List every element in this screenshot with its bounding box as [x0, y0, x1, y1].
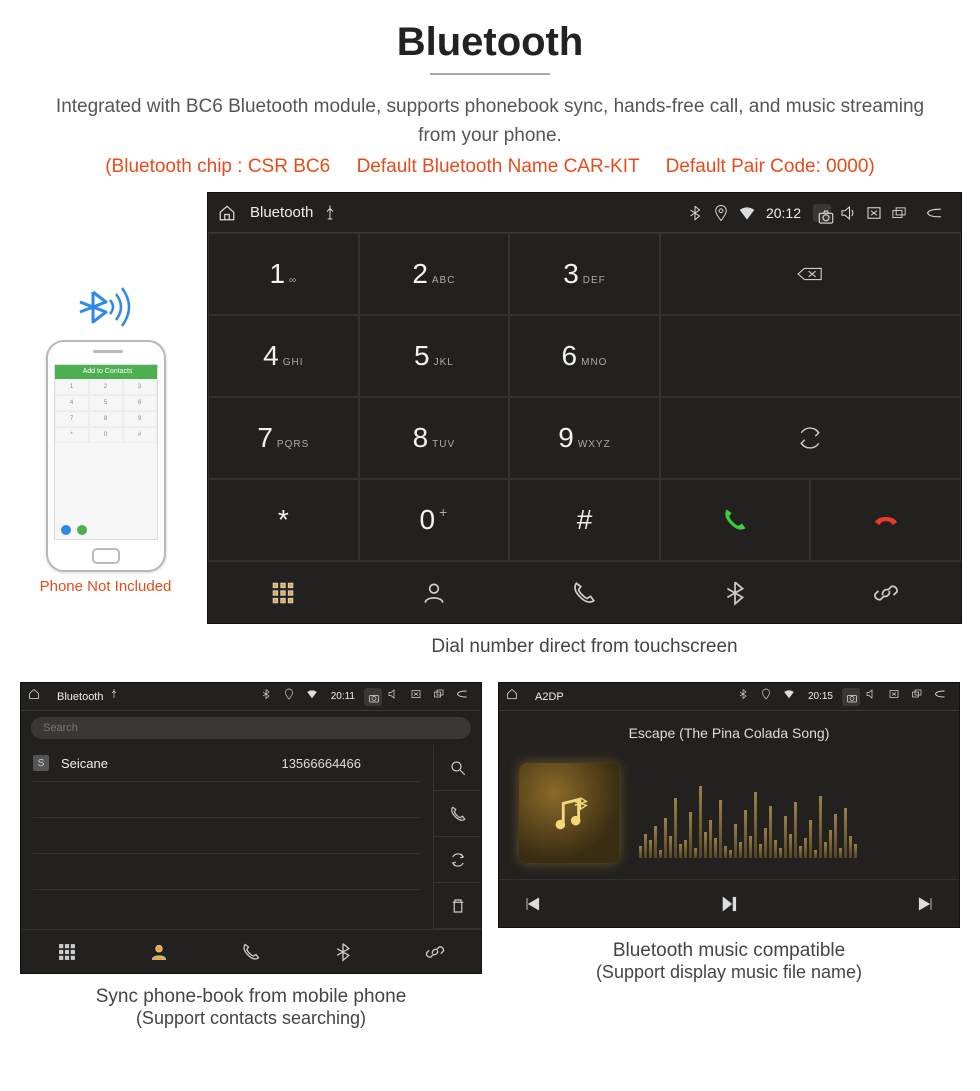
tab-bluetooth[interactable] — [297, 930, 389, 973]
home-icon[interactable] — [506, 688, 524, 706]
tab-calllog[interactable] — [509, 562, 660, 623]
status-bar: A2DP 20:15 — [499, 683, 959, 711]
back-icon[interactable] — [925, 204, 951, 222]
key-6[interactable]: 6MNO — [509, 315, 660, 397]
phone-caption: Phone Not Included — [18, 578, 193, 595]
usb-icon — [321, 204, 339, 222]
blank-row2 — [660, 315, 961, 397]
status-time: 20:15 — [808, 691, 833, 702]
page-title: Bluetooth — [10, 20, 970, 65]
wifi-icon — [306, 688, 324, 706]
volume-icon[interactable] — [839, 204, 857, 222]
tab-calllog[interactable] — [205, 930, 297, 973]
camera-icon[interactable] — [364, 688, 382, 706]
music-caption: Bluetooth music compatible (Support disp… — [498, 940, 960, 983]
close-window-icon[interactable] — [888, 688, 906, 706]
multitask-icon[interactable] — [911, 688, 929, 706]
call-button[interactable] — [660, 479, 811, 561]
header-description: Integrated with BC6 Bluetooth module, su… — [50, 93, 930, 150]
side-search-button[interactable] — [434, 745, 481, 791]
key-3[interactable]: 3DEF — [509, 233, 660, 315]
phone-mockup: Add to Contacts 123 456 789 *0# — [46, 340, 166, 572]
tab-bluetooth[interactable] — [660, 562, 811, 623]
key-5[interactable]: 5JKL — [359, 315, 510, 397]
usb-icon — [108, 688, 126, 706]
backspace-button[interactable] — [660, 233, 961, 315]
wifi-icon — [783, 688, 801, 706]
location-icon — [712, 204, 730, 222]
dialer-device: Bluetooth 20:12 1∞ 2A — [207, 192, 962, 624]
voice-switch-button[interactable] — [660, 397, 961, 479]
close-window-icon[interactable] — [865, 204, 883, 222]
status-title: Bluetooth — [250, 204, 313, 221]
location-icon — [760, 688, 778, 706]
tab-keypad[interactable] — [21, 930, 113, 973]
equalizer — [639, 768, 939, 858]
title-underline — [430, 73, 550, 75]
key-7[interactable]: 7PQRS — [208, 397, 359, 479]
side-call-button[interactable] — [434, 791, 481, 837]
home-icon[interactable] — [218, 204, 236, 222]
bluetooth-icon — [737, 688, 755, 706]
volume-icon[interactable] — [387, 688, 405, 706]
key-1[interactable]: 1∞ — [208, 233, 359, 315]
status-bar: Bluetooth 20:11 — [21, 683, 481, 711]
music-device: A2DP 20:15 Escape (The Pina Colada Song) — [498, 682, 960, 928]
status-time: 20:12 — [766, 205, 801, 221]
key-8[interactable]: 8TUV — [359, 397, 510, 479]
key-2[interactable]: 2ABC — [359, 233, 510, 315]
camera-icon[interactable] — [813, 204, 831, 222]
contact-name: Seicane — [61, 756, 108, 771]
phone-column: Add to Contacts 123 456 789 *0# Phone No… — [18, 192, 193, 595]
multitask-icon[interactable] — [891, 204, 917, 222]
volume-icon[interactable] — [865, 688, 883, 706]
key-9[interactable]: 9WXYZ — [509, 397, 660, 479]
side-delete-button[interactable] — [434, 883, 481, 929]
key-star[interactable]: * — [208, 479, 359, 561]
contact-row[interactable]: S Seicane 13566664466 — [33, 749, 421, 782]
key-4[interactable]: 4GHI — [208, 315, 359, 397]
bottom-tabs — [208, 561, 961, 623]
status-title: Bluetooth — [57, 691, 103, 703]
multitask-icon[interactable] — [433, 688, 451, 706]
dialer-caption: Dial number direct from touchscreen — [207, 636, 962, 658]
tab-pair[interactable] — [389, 930, 481, 973]
phone-screen-topbar: Add to Contacts — [55, 365, 157, 379]
hangup-button[interactable] — [810, 479, 961, 561]
phone-keypad-mini: 123 456 789 *0# — [55, 379, 157, 443]
contact-badge: S — [33, 755, 49, 771]
status-time: 20:11 — [331, 691, 355, 702]
next-button[interactable] — [893, 880, 959, 927]
location-icon — [283, 688, 301, 706]
tab-contacts[interactable] — [359, 562, 510, 623]
play-pause-button[interactable] — [696, 880, 762, 927]
song-title: Escape (The Pina Colada Song) — [499, 711, 959, 747]
album-art — [519, 763, 619, 863]
bluetooth-icon — [260, 688, 278, 706]
dial-grid: 1∞ 2ABC 3DEF 4GHI 5JKL 6MNO 7PQRS 8TUV 9… — [208, 233, 961, 561]
home-icon[interactable] — [28, 688, 46, 706]
status-title: A2DP — [535, 691, 564, 703]
side-sync-button[interactable] — [434, 837, 481, 883]
status-bar: Bluetooth 20:12 — [208, 193, 961, 233]
contacts-device: Bluetooth 20:11 — [20, 682, 482, 974]
wifi-icon — [738, 204, 756, 222]
contact-phone: 13566664466 — [281, 756, 361, 771]
camera-icon[interactable] — [842, 688, 860, 706]
key-0[interactable]: 0+ — [359, 479, 510, 561]
back-icon[interactable] — [934, 688, 952, 706]
tab-contacts[interactable] — [113, 930, 205, 973]
header-spec: (Bluetooth chip : CSR BC6 Default Blueto… — [10, 156, 970, 178]
tab-keypad[interactable] — [208, 562, 359, 623]
close-window-icon[interactable] — [410, 688, 428, 706]
bluetooth-icon — [686, 204, 704, 222]
bluetooth-signal-icon — [18, 292, 193, 340]
key-hash[interactable]: # — [509, 479, 660, 561]
back-icon[interactable] — [456, 688, 474, 706]
search-input[interactable] — [31, 717, 471, 739]
prev-button[interactable] — [499, 880, 565, 927]
tab-pair[interactable] — [810, 562, 961, 623]
contacts-caption: Sync phone-book from mobile phone (Suppo… — [20, 986, 482, 1029]
